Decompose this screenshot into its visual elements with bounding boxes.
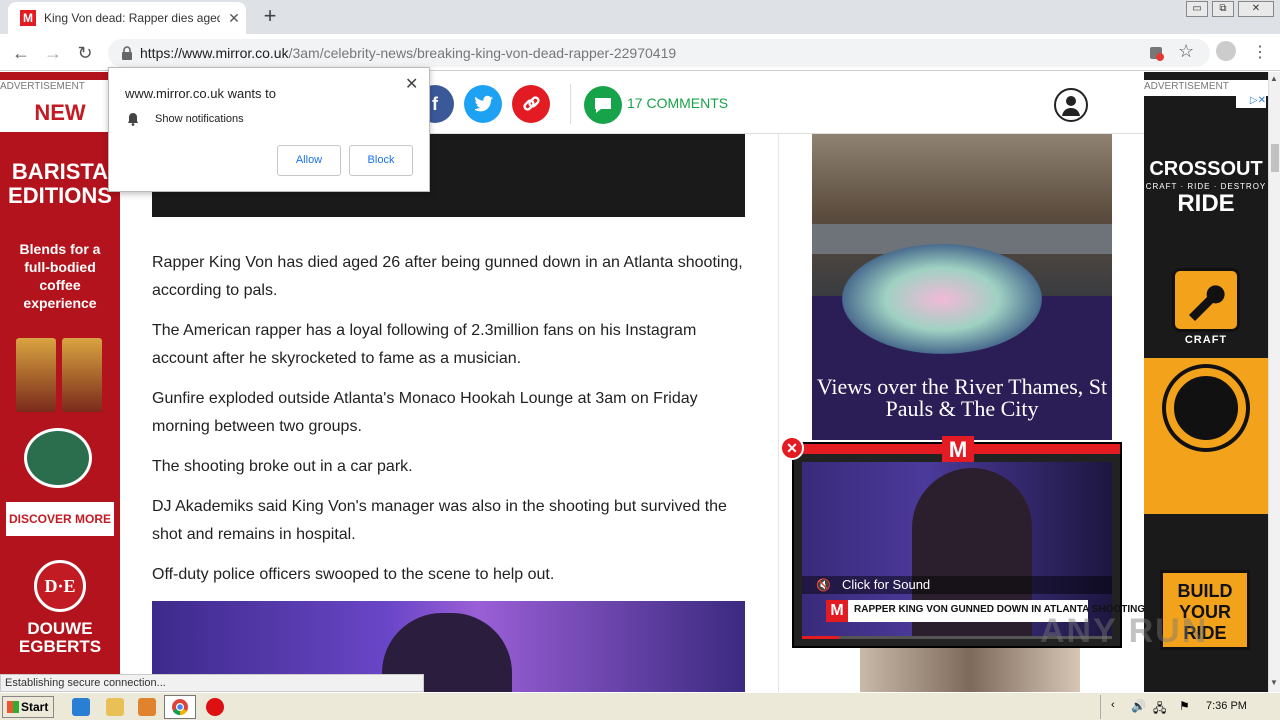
system-clock: 7:36 PM: [1206, 700, 1247, 712]
chrome-taskbar-button[interactable]: [164, 695, 196, 719]
wheel-icon: [1166, 368, 1246, 448]
article-paragraph: DJ Akademiks said King Von's manager was…: [152, 498, 727, 543]
new-tab-button[interactable]: +: [258, 4, 282, 28]
back-icon[interactable]: ←: [10, 42, 32, 64]
article-paragraph: The shooting broke out in a car park.: [152, 458, 413, 475]
right-skyscraper-ad[interactable]: ADVERTISEMENT ▷✕ CROSSOUT CRAFT · RIDE ·…: [1144, 72, 1268, 692]
divider: [570, 84, 571, 124]
dialog-close-button[interactable]: ✕: [405, 74, 418, 94]
allow-button[interactable]: Allow: [277, 145, 341, 176]
mirror-logo: M: [942, 436, 974, 464]
status-bar: Establishing secure connection...: [0, 674, 424, 692]
click-for-sound[interactable]: 🔇 Click for Sound: [802, 576, 1112, 594]
media-player-icon[interactable]: [138, 698, 156, 716]
copy-link-icon[interactable]: [512, 85, 550, 123]
notification-permission-dialog: www.mirror.co.uk wants to ✕ Show notific…: [108, 67, 430, 192]
article-paragraph: Gunfire exploded outside Atlanta's Monac…: [152, 390, 698, 435]
ad-label: ADVERTISEMENT: [0, 80, 108, 96]
lock-icon: [122, 46, 132, 60]
bell-icon: [128, 113, 138, 126]
ad-title: BARISTA EDITIONS: [8, 159, 112, 208]
network-icon[interactable]: 🖧: [1153, 699, 1166, 720]
watermark: ANY RUN: [1040, 612, 1209, 650]
start-button[interactable]: Start: [2, 696, 54, 718]
forward-icon[interactable]: →: [42, 42, 64, 64]
start-label: Start: [21, 700, 49, 714]
scroll-up-icon[interactable]: ▲: [1270, 74, 1278, 83]
windows-logo-icon: [7, 701, 19, 713]
ad-wheel-panel: [1144, 358, 1268, 514]
ad-subtitle: Blends for a full-bodied coffee experien…: [19, 241, 101, 311]
folder-icon[interactable]: [106, 698, 124, 716]
paint-swirl-image: [842, 244, 1042, 354]
tab-title: King Von dead: Rapper dies aged 26: [44, 11, 220, 25]
scroll-thumb[interactable]: [1271, 144, 1279, 172]
scroll-down-icon[interactable]: ▼: [1270, 678, 1278, 687]
ad-brand: DOUWE EGBERTS: [18, 619, 102, 656]
tab-strip: M King Von dead: Rapper dies aged 26 ✕ +…: [0, 0, 1280, 34]
close-window-button[interactable]: ✕: [1238, 1, 1274, 17]
sound-label: Click for Sound: [842, 577, 931, 592]
opera-icon[interactable]: [206, 698, 224, 716]
sidebar-ad-caption: Views over the River Thames, St Pauls & …: [816, 374, 1108, 421]
profile-avatar-icon[interactable]: [1216, 41, 1236, 61]
tray-expand-icon[interactable]: ‹: [1111, 699, 1115, 711]
system-tray: ‹ 🔊 🖧 ⚑: [1100, 695, 1278, 719]
windows-taskbar: Start ‹ 🔊 🖧 ⚑ 7:36 PM: [0, 692, 1280, 720]
video-frame[interactable]: 🔇 Click for Sound M RAPPER KING VON GUNN…: [802, 462, 1145, 636]
article-paragraph: Rapper King Von has died aged 26 after b…: [152, 254, 743, 299]
left-skyscraper-ad[interactable]: ADVERTISEMENT NEW BARISTA EDITIONS Blend…: [0, 72, 120, 692]
ad-new-badge: NEW: [0, 96, 120, 132]
url-path: /3am/celebrity-news/breaking-king-von-de…: [288, 45, 677, 61]
browser-toolbar: ← → ↻ https://www.mirror.co.uk/3am/celeb…: [0, 34, 1280, 71]
blocked-popup-icon[interactable]: [1148, 45, 1164, 61]
close-video-button[interactable]: ✕: [780, 436, 804, 460]
wrench-icon: [1172, 268, 1240, 332]
article-paragraph: Off-duty police officers swooped to the …: [152, 566, 555, 583]
douwe-egberts-logo: D·E: [34, 560, 86, 612]
related-photo[interactable]: [860, 648, 1080, 692]
article-paragraph: The American rapper has a loyal followin…: [152, 322, 697, 367]
adchoices-icon[interactable]: ▷✕: [1236, 94, 1266, 108]
ad-craft-label: CRAFT: [1184, 334, 1228, 346]
comments-icon[interactable]: [584, 86, 622, 124]
video-progress-fill: [802, 636, 840, 639]
ad-title: CROSSOUT: [1149, 158, 1263, 180]
column-divider: [778, 134, 779, 692]
url-text[interactable]: https://www.mirror.co.uk/3am/celebrity-n…: [140, 45, 676, 61]
page-scrollbar[interactable]: ▲ ▼: [1268, 72, 1280, 692]
ad-ride-label: RIDE: [1177, 190, 1235, 217]
chrome-icon: [172, 699, 188, 716]
comments-count[interactable]: 17 COMMENTS: [627, 95, 728, 111]
flag-icon[interactable]: ⚑: [1179, 699, 1190, 713]
dialog-title: www.mirror.co.uk wants to: [125, 86, 276, 101]
restore-button[interactable]: ⧉: [1212, 1, 1234, 17]
tab-close-button[interactable]: ✕: [224, 8, 244, 28]
bookmark-star-icon[interactable]: ☆: [1178, 41, 1194, 62]
mirror-logo: M: [826, 600, 848, 622]
discover-more-button[interactable]: DISCOVER MORE: [6, 502, 114, 536]
sidebar-ad[interactable]: Views over the River Thames, St Pauls & …: [812, 134, 1112, 440]
internet-explorer-icon[interactable]: [72, 698, 90, 716]
coffee-bag-image: [62, 338, 102, 412]
address-bar[interactable]: https://www.mirror.co.uk/3am/celebrity-n…: [108, 39, 1210, 67]
url-host: https://www.mirror.co.uk: [140, 45, 289, 61]
coffee-bag-image: [16, 338, 56, 412]
minimize-button[interactable]: ▭: [1186, 1, 1208, 17]
browser-tab[interactable]: M King Von dead: Rapper dies aged 26 ✕: [8, 2, 246, 34]
block-button[interactable]: Block: [349, 145, 413, 176]
permission-text: Show notifications: [155, 113, 244, 125]
volume-icon[interactable]: 🔊: [1131, 699, 1146, 713]
mirror-favicon-icon: M: [20, 10, 36, 26]
account-icon[interactable]: [1054, 88, 1088, 122]
reload-icon[interactable]: ↻: [74, 42, 96, 64]
menu-kebab-icon[interactable]: ⋮: [1252, 42, 1268, 62]
rainforest-alliance-icon: [24, 428, 92, 488]
mute-icon: 🔇: [816, 578, 831, 592]
twitter-icon[interactable]: [464, 85, 502, 123]
